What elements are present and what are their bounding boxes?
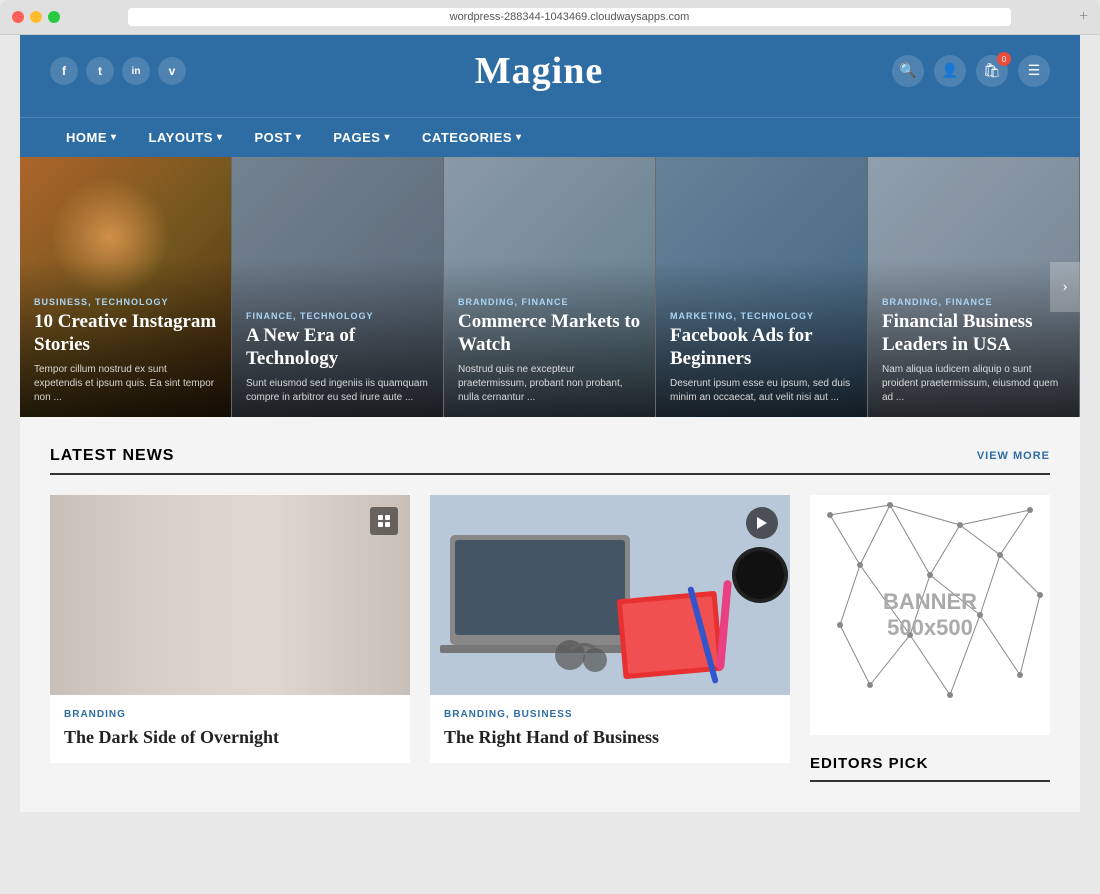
nav-dropdown-arrow-post: ▾ xyxy=(296,132,302,143)
account-button[interactable]: 👤 xyxy=(934,55,966,87)
sidebar: BANNER 500x500 EDITORS PICK xyxy=(810,495,1050,782)
news-card-category-2: BRANDING, BUSINESS xyxy=(444,709,776,720)
slide-content-3: BRANDING, FINANCE Commerce Markets to Wa… xyxy=(444,285,655,417)
main-nav: HOME ▾ LAYOUTS ▾ POST ▾ PAGES ▾ CATEGORI… xyxy=(20,117,1080,157)
cart-icon: 🛍 xyxy=(983,63,1001,80)
main-content: LATEST NEWS VIEW MORE xyxy=(20,417,1080,812)
slide-content-5: BRANDING, FINANCE Financial Business Lea… xyxy=(868,285,1079,417)
slide-category-2: FINANCE, TECHNOLOGY xyxy=(246,311,429,321)
latest-news-title: LATEST NEWS xyxy=(50,447,174,465)
facebook-icon[interactable]: f xyxy=(50,57,78,85)
nav-dropdown-arrow-categories: ▾ xyxy=(516,132,522,143)
editors-pick-title: EDITORS PICK xyxy=(810,755,1050,782)
slide-excerpt-5: Nam aliqua iudicem aliquip o sunt proide… xyxy=(882,363,1065,405)
nav-item-post[interactable]: POST ▾ xyxy=(238,118,317,157)
browser-chrome: wordpress-288344-1043469.cloudwaysapps.c… xyxy=(0,0,1100,35)
slide-excerpt-4: Deserunt ipsum esse eu ipsum, sed duis m… xyxy=(670,377,853,405)
header-top: f t in v Magine 🔍 👤 🛍 0 ☰ xyxy=(50,49,1050,93)
menu-button[interactable]: ☰ xyxy=(1018,55,1050,87)
hero-slide-1[interactable]: BUSINESS, TECHNOLOGY 10 Creative Instagr… xyxy=(20,157,232,417)
site-logo[interactable]: Magine xyxy=(475,49,603,93)
nav-label-home: HOME xyxy=(66,130,107,145)
maximize-button[interactable] xyxy=(48,11,60,23)
close-button[interactable] xyxy=(12,11,24,23)
hero-slide-4[interactable]: MARKETING, TECHNOLOGY Facebook Ads for B… xyxy=(656,157,868,417)
social-icons: f t in v xyxy=(50,57,186,85)
slide-title-4: Facebook Ads for Beginners xyxy=(670,325,853,371)
slide-title-3: Commerce Markets to Watch xyxy=(458,311,641,357)
banner-text-line1: BANNER xyxy=(883,589,977,615)
search-button[interactable]: 🔍 xyxy=(892,55,924,87)
address-bar[interactable]: wordpress-288344-1043469.cloudwaysapps.c… xyxy=(128,8,1011,26)
nav-item-home[interactable]: HOME ▾ xyxy=(50,118,133,157)
slide-category-5: BRANDING, FINANCE xyxy=(882,297,1065,307)
news-column: BRANDING The Dark Side of Overnight xyxy=(50,495,410,782)
gallery-icon xyxy=(370,507,398,535)
user-icon: 👤 xyxy=(941,63,958,80)
news-card-title-1[interactable]: The Dark Side of Overnight xyxy=(64,726,396,749)
slide-title-5: Financial Business Leaders in USA xyxy=(882,311,1065,357)
new-tab-button[interactable]: + xyxy=(1079,8,1088,26)
hero-slide-5[interactable]: BRANDING, FINANCE Financial Business Lea… xyxy=(868,157,1080,417)
slider-next-button[interactable]: › xyxy=(1050,262,1080,312)
news-card-2[interactable]: BRANDING, BUSINESS The Right Hand of Bus… xyxy=(430,495,790,763)
minimize-button[interactable] xyxy=(30,11,42,23)
cart-badge: 0 xyxy=(997,52,1011,66)
nav-item-layouts[interactable]: LAYOUTS ▾ xyxy=(133,118,239,157)
nav-label-pages: PAGES xyxy=(333,130,380,145)
nav-dropdown-arrow-layouts: ▾ xyxy=(217,132,223,143)
office-image xyxy=(50,495,410,695)
slide-category-3: BRANDING, FINANCE xyxy=(458,297,641,307)
vimeo-icon[interactable]: v xyxy=(158,57,186,85)
content-grid: BRANDING The Dark Side of Overnight xyxy=(50,495,1050,782)
nav-label-layouts: LAYOUTS xyxy=(149,130,213,145)
banner-ad: BANNER 500x500 xyxy=(810,495,1050,735)
news-card-image-2 xyxy=(430,495,790,695)
hamburger-icon: ☰ xyxy=(1028,63,1041,80)
news-column-2: BRANDING, BUSINESS The Right Hand of Bus… xyxy=(430,495,790,782)
latest-news-header: LATEST NEWS VIEW MORE xyxy=(50,447,1050,475)
slide-title-1: 10 Creative Instagram Stories xyxy=(34,311,217,357)
desk-items-svg xyxy=(430,495,790,695)
nav-dropdown-arrow-home: ▾ xyxy=(111,132,117,143)
slide-excerpt-2: Sunt eiusmod sed ingeniis iis quamquam c… xyxy=(246,377,429,405)
traffic-lights xyxy=(12,11,60,23)
slide-title-2: A New Era of Technology xyxy=(246,325,429,371)
slide-category-1: BUSINESS, TECHNOLOGY xyxy=(34,297,217,307)
site-wrapper: f t in v Magine 🔍 👤 🛍 0 ☰ xyxy=(20,35,1080,812)
banner-text-line2: 500x500 xyxy=(887,615,973,641)
nav-list: HOME ▾ LAYOUTS ▾ POST ▾ PAGES ▾ CATEGORI… xyxy=(50,118,1050,157)
header-actions: 🔍 👤 🛍 0 ☰ xyxy=(892,55,1050,87)
nav-label-post: POST xyxy=(254,130,291,145)
play-icon xyxy=(746,507,778,539)
slide-excerpt-1: Tempor cillum nostrud ex sunt expetendis… xyxy=(34,363,217,405)
view-more-button[interactable]: VIEW MORE xyxy=(977,450,1050,462)
instagram-icon[interactable]: in xyxy=(122,57,150,85)
news-card-content-2: BRANDING, BUSINESS The Right Hand of Bus… xyxy=(430,695,790,763)
site-header: f t in v Magine 🔍 👤 🛍 0 ☰ xyxy=(20,35,1080,117)
office-svg xyxy=(50,495,410,695)
slide-content-4: MARKETING, TECHNOLOGY Facebook Ads for B… xyxy=(656,299,867,417)
nav-item-categories[interactable]: CATEGORIES ▾ xyxy=(406,118,538,157)
nav-dropdown-arrow-pages: ▾ xyxy=(384,132,390,143)
hero-slide-3[interactable]: BRANDING, FINANCE Commerce Markets to Wa… xyxy=(444,157,656,417)
news-card-1[interactable]: BRANDING The Dark Side of Overnight xyxy=(50,495,410,763)
news-card-image-1 xyxy=(50,495,410,695)
slide-content-1: BUSINESS, TECHNOLOGY 10 Creative Instagr… xyxy=(20,285,231,417)
twitter-icon[interactable]: t xyxy=(86,57,114,85)
hero-slide-2[interactable]: FINANCE, TECHNOLOGY A New Era of Technol… xyxy=(232,157,444,417)
news-card-title-2[interactable]: The Right Hand of Business xyxy=(444,726,776,749)
news-card-content-1: BRANDING The Dark Side of Overnight xyxy=(50,695,410,763)
nav-item-pages[interactable]: PAGES ▾ xyxy=(317,118,406,157)
search-icon: 🔍 xyxy=(899,63,916,80)
news-card-category-1: BRANDING xyxy=(64,709,396,720)
hero-slider: BUSINESS, TECHNOLOGY 10 Creative Instagr… xyxy=(20,157,1080,417)
slide-category-4: MARKETING, TECHNOLOGY xyxy=(670,311,853,321)
cart-button[interactable]: 🛍 0 xyxy=(976,55,1008,87)
slide-content-2: FINANCE, TECHNOLOGY A New Era of Technol… xyxy=(232,299,443,417)
nav-label-categories: CATEGORIES xyxy=(422,130,512,145)
slide-excerpt-3: Nostrud quis ne excepteur praetermissum,… xyxy=(458,363,641,405)
